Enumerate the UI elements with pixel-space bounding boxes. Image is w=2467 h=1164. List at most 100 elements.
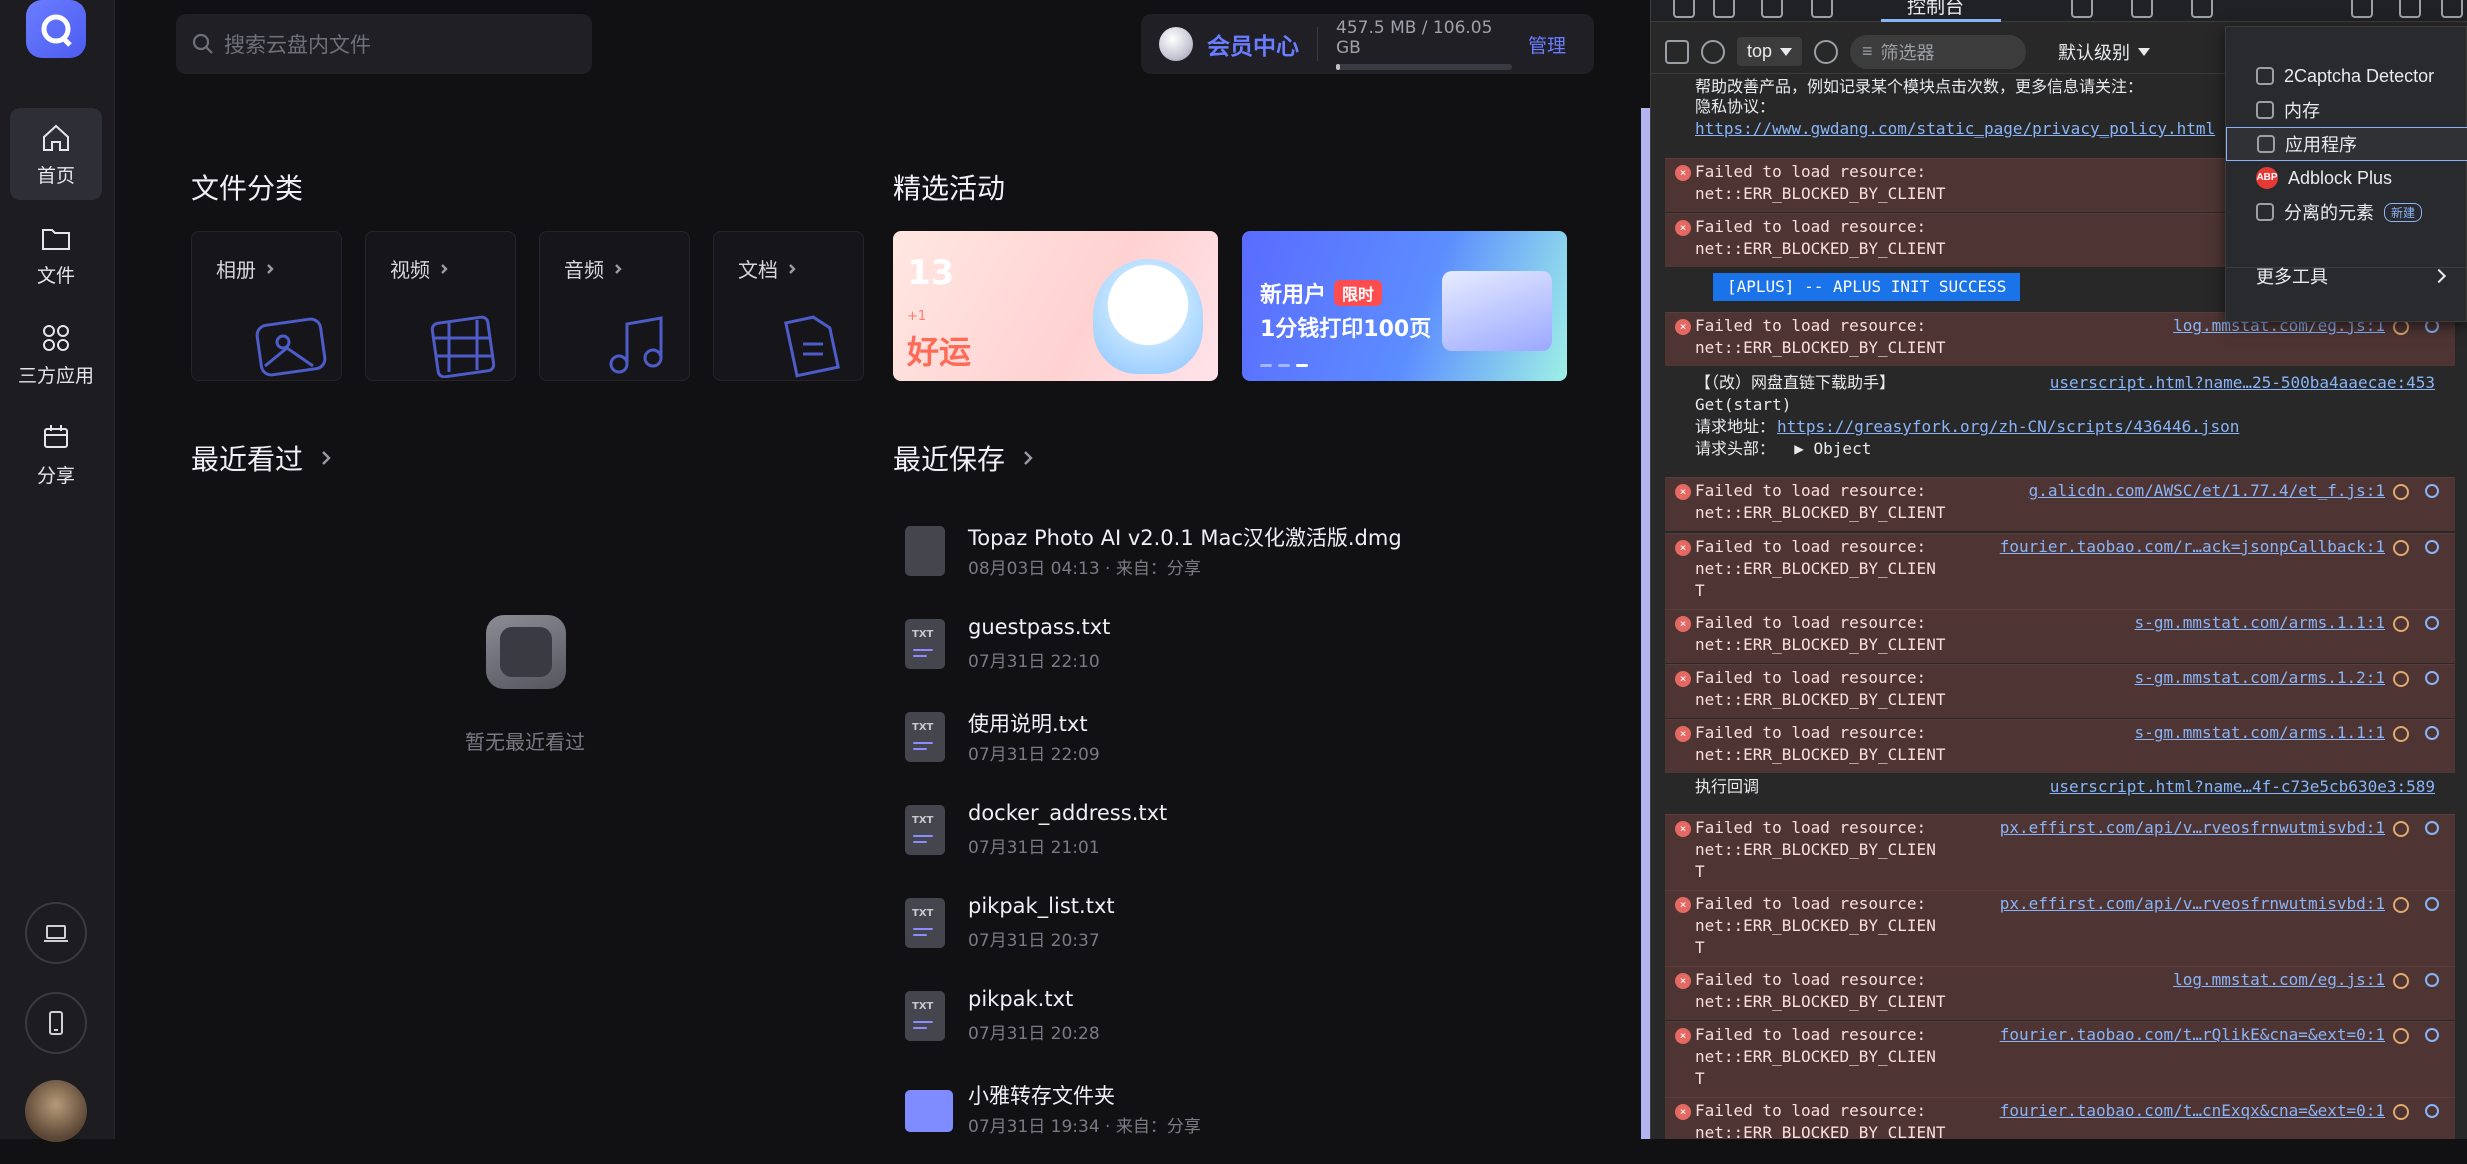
issue-info-icon[interactable]: [2393, 616, 2409, 632]
nav-apps[interactable]: 三方应用: [10, 308, 102, 400]
search-box[interactable]: 搜索云盘内文件: [176, 14, 592, 74]
source-link[interactable]: log.mmstat.com/eg.js:1: [2173, 969, 2385, 991]
menu-item-detached-elements[interactable]: 分离的元素 新建: [2226, 195, 2467, 229]
search-icon[interactable]: [2425, 973, 2439, 987]
source-link[interactable]: userscript.html?name…25-500ba4aaecae:453: [2050, 372, 2435, 394]
issue-info-icon[interactable]: [2393, 726, 2409, 742]
txt-file-icon: TXT: [905, 619, 945, 669]
menu-item-abp[interactable]: ABP Adblock Plus: [2226, 161, 2467, 195]
application-icon: [2257, 135, 2275, 153]
issue-info-icon[interactable]: [2393, 821, 2409, 837]
network-tab-icon[interactable]: [2071, 0, 2093, 18]
source-link[interactable]: g.alicdn.com/AWSC/et/1.77.4/et_f.js:1: [2029, 480, 2385, 502]
activity-banner-fortune[interactable]: 13 +1 好运: [893, 231, 1218, 381]
issue-info-icon[interactable]: [2393, 1104, 2409, 1120]
source-link[interactable]: s-gm.mmstat.com/arms.1.2:1: [2135, 667, 2385, 689]
menu-item-application[interactable]: 应用程序: [2226, 127, 2467, 161]
file-row[interactable]: TXT pikpak.txt 07月31日 20:28: [905, 987, 1505, 1071]
log-line[interactable]: https://www.gwdang.com/static_page/priva…: [1695, 118, 2215, 140]
log-level-selector[interactable]: 默认级别: [2058, 39, 2151, 65]
carousel-dots[interactable]: [1260, 364, 1308, 367]
file-row[interactable]: TXT docker_address.txt 07月31日 21:01: [905, 801, 1505, 885]
carousel-dot-active[interactable]: [1296, 364, 1308, 367]
sidebar: 首页 文件 三方应用 分享: [0, 0, 115, 1142]
search-icon[interactable]: [2425, 616, 2439, 630]
error-icon: ×: [1675, 821, 1691, 837]
activity-banner-print[interactable]: 新用户 限时 1分钱打印100页: [1242, 231, 1567, 381]
file-row[interactable]: 小雅转存文件夹 07月31日 19:34 · 来自：分享: [905, 1084, 1505, 1164]
nav-home[interactable]: 首页: [10, 108, 102, 200]
search-icon[interactable]: [2425, 821, 2439, 835]
log-line: T: [1695, 581, 1705, 600]
category-audio[interactable]: 音频: [539, 231, 690, 381]
category-videos[interactable]: 视频: [365, 231, 516, 381]
source-link[interactable]: userscript.html?name…4f-c73e5cb630e3:589: [2050, 776, 2435, 798]
menu-item-memory[interactable]: 内存: [2226, 93, 2467, 127]
mobile-client-button[interactable]: [25, 992, 87, 1054]
help-icon[interactable]: [2399, 0, 2421, 18]
logo-icon: [41, 14, 72, 47]
elements-tab-icon[interactable]: [1761, 0, 1783, 18]
search-icon[interactable]: [2425, 1104, 2439, 1118]
file-row[interactable]: Topaz Photo AI v2.0.1 Mac汉化激活版.dmg 08月03日…: [905, 526, 1505, 606]
performance-tab-icon[interactable]: [2131, 0, 2153, 18]
member-center-link[interactable]: 会员中心: [1207, 27, 1299, 61]
context-selector[interactable]: top: [1737, 37, 1803, 66]
source-link[interactable]: fourier.taobao.com/t…rQlikE&cna=&ext=0:1: [2000, 1024, 2385, 1046]
filter-input[interactable]: ≡ 筛选器: [1850, 34, 2027, 69]
file-row[interactable]: TXT guestpass.txt 07月31日 22:10: [905, 615, 1505, 699]
menu-item-captcha[interactable]: 2Captcha Detector: [2226, 59, 2467, 93]
search-icon[interactable]: [2425, 726, 2439, 740]
app-logo[interactable]: [26, 0, 86, 58]
menu-item-more-tools[interactable]: 更多工具: [2226, 259, 2467, 293]
text-line: [913, 655, 927, 657]
issue-info-icon[interactable]: [2393, 671, 2409, 687]
clear-console-icon[interactable]: [1701, 39, 1725, 64]
inspect-icon[interactable]: [1673, 0, 1695, 18]
search-icon[interactable]: [2425, 540, 2439, 554]
issue-info-icon[interactable]: [2393, 540, 2409, 556]
issue-info-icon[interactable]: [2393, 897, 2409, 913]
chevron-right-icon: [267, 263, 274, 274]
issue-info-icon[interactable]: [2393, 973, 2409, 989]
carousel-dot[interactable]: [1260, 364, 1272, 367]
search-icon[interactable]: [2425, 897, 2439, 911]
tab-console[interactable]: 控制台: [1881, 0, 2001, 22]
file-row[interactable]: TXT pikpak_list.txt 07月31日 20:37: [905, 894, 1505, 978]
request-url-link[interactable]: https://greasyfork.org/zh-CN/scripts/436…: [1777, 416, 2239, 438]
recent-viewed-title[interactable]: 最近看过: [191, 438, 335, 478]
source-link[interactable]: px.effirst.com/api/v…rveosfrnwutmisvbd:1: [2000, 893, 2385, 915]
category-photos[interactable]: 相册: [191, 231, 342, 381]
add-tab-icon[interactable]: [2191, 0, 2213, 18]
avatar[interactable]: [25, 1080, 87, 1142]
issue-info-icon[interactable]: [2393, 1028, 2409, 1044]
manage-link[interactable]: 管理: [1528, 31, 1566, 58]
page-scrollbar[interactable]: [1641, 108, 1650, 1139]
nav-files[interactable]: 文件: [10, 208, 102, 300]
source-link[interactable]: s-gm.mmstat.com/arms.1.1:1: [2135, 612, 2385, 634]
search-icon[interactable]: [2425, 484, 2439, 498]
carousel-dot[interactable]: [1278, 364, 1290, 367]
file-row[interactable]: TXT 使用说明.txt 07月31日 22:09: [905, 712, 1505, 792]
source-link[interactable]: px.effirst.com/api/v…rveosfrnwutmisvbd:1: [2000, 817, 2385, 839]
source-link[interactable]: fourier.taobao.com/t…cnExqx&cna=&ext=0:1: [2000, 1100, 2385, 1122]
sources-tab-icon[interactable]: [1811, 0, 1833, 18]
txt-file-icon: TXT: [905, 805, 945, 855]
search-icon[interactable]: [2425, 1028, 2439, 1042]
issue-info-icon[interactable]: [2393, 484, 2409, 500]
source-link[interactable]: s-gm.mmstat.com/arms.1.1:1: [2135, 722, 2385, 744]
recent-saved-title[interactable]: 最近保存: [893, 438, 1037, 478]
device-toolbar-icon[interactable]: [1713, 0, 1735, 18]
search-input[interactable]: 搜索云盘内文件: [224, 29, 371, 59]
close-icon[interactable]: [2441, 0, 2463, 18]
eye-icon[interactable]: [1814, 39, 1839, 64]
menu-item-label: 应用程序: [2285, 135, 2357, 155]
more-options-icon[interactable]: [2351, 0, 2373, 18]
source-link[interactable]: fourier.taobao.com/r…ack=jsonpCallback:1: [2000, 536, 2385, 558]
search-icon[interactable]: [2425, 671, 2439, 685]
error-message: × Failed to load resource: net::ERR_BLOCKE…: [1665, 664, 2455, 718]
desktop-client-button[interactable]: [25, 902, 87, 964]
category-documents[interactable]: 文档: [713, 231, 864, 381]
nav-share[interactable]: 分享: [10, 408, 102, 500]
sidebar-toggle-icon[interactable]: [1665, 39, 1689, 64]
